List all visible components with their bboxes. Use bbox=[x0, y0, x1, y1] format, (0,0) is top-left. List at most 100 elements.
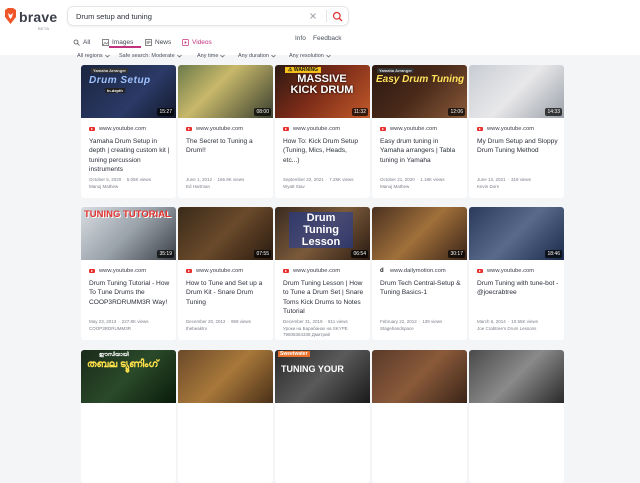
video-thumbnail[interactable] bbox=[469, 350, 564, 403]
video-thumbnail[interactable]: Sweetwater TUNING YOUR bbox=[275, 350, 370, 403]
video-views: 139 views bbox=[422, 319, 443, 324]
video-source[interactable]: www.youtube.com bbox=[89, 268, 146, 274]
video-card[interactable]: TUNING TUTORIAL 35:19 www.youtube.com Drum … bbox=[81, 207, 176, 340]
video-title[interactable]: Drum Tuning with tune-bot - @joecrabtree bbox=[477, 279, 559, 298]
source-url: www.dailymotion.com bbox=[390, 268, 446, 274]
video-source[interactable]: d www.dailymotion.com bbox=[380, 268, 446, 274]
video-channel: Manoj Mathew bbox=[380, 183, 410, 189]
divider bbox=[326, 10, 327, 22]
filter-label: Safe search: Moderate bbox=[119, 53, 175, 59]
video-source[interactable]: www.youtube.com bbox=[283, 268, 340, 274]
video-title[interactable]: How To: Kick Drum Setup (Tuning, Mics, H… bbox=[283, 137, 365, 165]
source-url: www.youtube.com bbox=[293, 268, 341, 274]
chevron-down-icon bbox=[326, 54, 331, 58]
search-icon bbox=[73, 39, 80, 46]
thumbnail-title: Easy Drum Tuning bbox=[376, 74, 465, 85]
filter-label: Any resolution bbox=[289, 53, 324, 59]
video-card[interactable]: 08:00 www.youtube.com The Secret to Tuning… bbox=[178, 65, 273, 198]
video-title[interactable]: Drum Tuning Lesson | How to Tune a Drum … bbox=[283, 279, 365, 316]
video-thumbnail[interactable]: 14:33 bbox=[469, 65, 564, 118]
youtube-icon bbox=[283, 127, 289, 131]
video-card[interactable]: ⚠ WARNING MASSIVE KICK DRUM 11:32 www.youtu… bbox=[275, 65, 370, 198]
filter-label: All regions bbox=[77, 53, 103, 59]
video-title[interactable]: My Drum Setup and Sloppy Drum Tuning Met… bbox=[477, 137, 559, 156]
filter-region[interactable]: All regions bbox=[77, 53, 110, 59]
video-thumbnail[interactable]: 18:46 bbox=[469, 207, 564, 260]
video-thumbnail[interactable]: 30:17 bbox=[372, 207, 467, 260]
video-title[interactable]: Drum Tech Central-Setup & Tuning Basics-… bbox=[380, 279, 462, 298]
video-views: 227.8K views bbox=[121, 319, 149, 324]
video-meta: June 13, 2021 · 318 views Kevin Dorn bbox=[477, 177, 563, 190]
duration-badge: 12:06 bbox=[448, 108, 465, 116]
video-card[interactable] bbox=[469, 350, 564, 483]
video-card[interactable]: Yamaha Arranger Easy Drum Tuning 12:06 www.… bbox=[372, 65, 467, 198]
video-thumbnail[interactable] bbox=[178, 350, 273, 403]
video-card[interactable] bbox=[178, 350, 273, 483]
video-thumbnail[interactable]: 07:55 bbox=[178, 207, 273, 260]
video-title[interactable]: How to Tune and Set up a Drum Kit - Snar… bbox=[186, 279, 268, 307]
filter-resolution[interactable]: Any resolution bbox=[289, 53, 331, 59]
tab-label: News bbox=[155, 38, 172, 46]
thumbnail-caption: Yamaha Arranger bbox=[91, 68, 128, 73]
video-card[interactable]: 30:17 d www.dailymotion.com Drum Tech Centr… bbox=[372, 207, 467, 340]
search-input[interactable]: Drum setup and tuning bbox=[76, 12, 152, 21]
duration-badge: 35:19 bbox=[157, 250, 174, 258]
tab-news[interactable]: News bbox=[145, 36, 171, 48]
meta-separator: · bbox=[123, 177, 125, 182]
search-icon[interactable] bbox=[331, 10, 344, 23]
video-card[interactable]: 14:33 www.youtube.com My Drum Setup and Sl… bbox=[469, 65, 564, 198]
video-title[interactable]: Drum Tuning Tutorial - How To Tune Drums… bbox=[89, 279, 171, 307]
video-card[interactable]: 18:46 www.youtube.com Drum Tuning with tun… bbox=[469, 207, 564, 340]
filter-safe-search[interactable]: Safe search: Moderate bbox=[119, 53, 182, 59]
video-thumbnail[interactable] bbox=[372, 350, 467, 403]
video-channel: Joe Crabtree's Drum Lessons bbox=[477, 325, 537, 331]
tab-all[interactable]: All bbox=[73, 36, 90, 48]
video-source[interactable]: www.youtube.com bbox=[477, 126, 534, 132]
video-source[interactable]: www.youtube.com bbox=[186, 126, 243, 132]
video-title[interactable]: Yamaha Drum Setup in depth | creating cu… bbox=[89, 137, 171, 174]
video-thumbnail[interactable]: 08:00 bbox=[178, 65, 273, 118]
video-thumbnail[interactable]: Drum Tuning Lesson 06:54 bbox=[275, 207, 370, 260]
video-source[interactable]: www.youtube.com bbox=[186, 268, 243, 274]
filter-duration[interactable]: Any duration bbox=[238, 53, 276, 59]
feedback-link[interactable]: Feedback bbox=[313, 35, 342, 42]
video-date: December 20, 2012 bbox=[186, 319, 226, 324]
video-results-grid: Yamaha Arranger Drum Setup In-depth 15:27 ww… bbox=[0, 65, 640, 483]
video-thumbnail[interactable]: ഈസിയായി തബല ട്യൂണിംഗ് bbox=[81, 350, 176, 403]
video-card[interactable]: Yamaha Arranger Drum Setup In-depth 15:27 ww… bbox=[81, 65, 176, 198]
video-source[interactable]: www.youtube.com bbox=[477, 268, 534, 274]
video-card[interactable] bbox=[372, 350, 467, 483]
video-channel: thebeaktrv bbox=[186, 325, 208, 331]
video-meta: March 6, 2014 · 10.55K views Joe Crabtree's… bbox=[477, 319, 563, 332]
tab-videos[interactable]: Videos bbox=[182, 36, 212, 48]
brave-logo[interactable]: brave BETA bbox=[4, 7, 57, 31]
video-thumbnail[interactable]: ⚠ WARNING MASSIVE KICK DRUM 11:32 bbox=[275, 65, 370, 118]
video-card[interactable]: Sweetwater TUNING YOUR bbox=[275, 350, 370, 483]
video-meta: December 20, 2012 · 959 views thebeaktrv bbox=[186, 319, 272, 332]
filter-label: Any time bbox=[197, 53, 219, 59]
video-views: 10.55K views bbox=[511, 319, 539, 324]
video-title[interactable]: Easy drum tuning in Yamaha arrangers | T… bbox=[380, 137, 462, 165]
filter-time[interactable]: Any time bbox=[197, 53, 226, 59]
video-title[interactable]: The Secret to Tuning a Drum!! bbox=[186, 137, 268, 156]
thumbnail-caption: Yamaha Arranger bbox=[377, 68, 414, 73]
video-source[interactable]: www.youtube.com bbox=[380, 126, 437, 132]
video-channel: Manoj Mathew bbox=[89, 183, 119, 189]
video-source[interactable]: www.youtube.com bbox=[89, 126, 146, 132]
duration-badge: 18:46 bbox=[545, 250, 562, 258]
video-card[interactable]: 07:55 www.youtube.com How to Tune and Set … bbox=[178, 207, 273, 340]
thumbnail-subcaption: In-depth bbox=[105, 88, 125, 93]
video-meta: February 22, 2012 · 139 views Stagehandspac… bbox=[380, 319, 466, 332]
video-card[interactable]: ഈസിയായി തബല ട്യൂണിംഗ് bbox=[81, 350, 176, 483]
search-box[interactable]: Drum setup and tuning bbox=[67, 6, 349, 26]
video-meta: May 23, 2013 · 227.8K views COOP3RDRUMM3R bbox=[89, 319, 175, 332]
video-thumbnail[interactable]: Yamaha Arranger Easy Drum Tuning 12:06 bbox=[372, 65, 467, 118]
chevron-down-icon bbox=[104, 54, 110, 58]
video-source[interactable]: www.youtube.com bbox=[283, 126, 340, 132]
info-link[interactable]: Info bbox=[295, 35, 306, 42]
video-thumbnail[interactable]: TUNING TUTORIAL 35:19 bbox=[81, 207, 176, 260]
clear-icon[interactable] bbox=[308, 11, 318, 21]
video-thumbnail[interactable]: Yamaha Arranger Drum Setup In-depth 15:27 bbox=[81, 65, 176, 118]
video-card[interactable]: Drum Tuning Lesson 06:54 www.youtube.com Dr… bbox=[275, 207, 370, 340]
video-views: 5.05K views bbox=[126, 177, 152, 182]
